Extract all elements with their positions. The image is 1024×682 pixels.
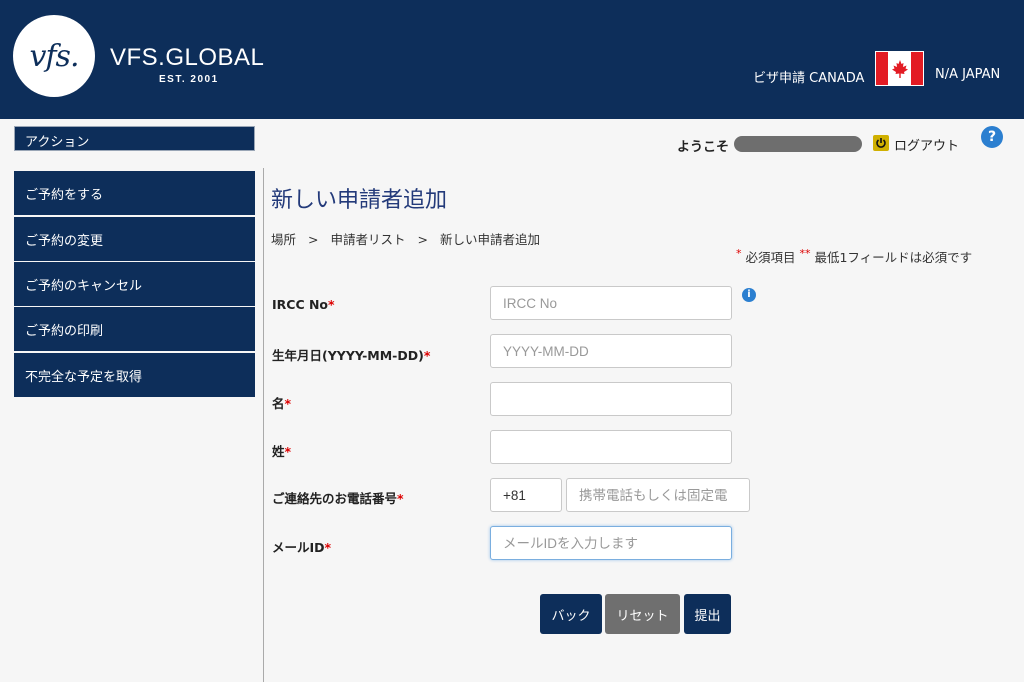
dob-label: 生年月日(YYYY-MM-DD)* <box>272 348 431 363</box>
reset-button[interactable]: リセット <box>605 594 680 634</box>
breadcrumb-separator: > <box>417 232 428 247</box>
brand-name: VFS.GLOBAL <box>110 44 265 71</box>
sidebar-item-incomplete-appointment[interactable]: 不完全な予定を取得 <box>14 353 255 397</box>
power-icon[interactable] <box>873 135 889 151</box>
ircc-input[interactable] <box>490 286 732 320</box>
logout-link[interactable]: ログアウト <box>894 135 959 154</box>
welcome-label: ようこそ <box>677 140 730 155</box>
email-input[interactable] <box>490 526 732 560</box>
last-name-label: 姓* <box>272 444 292 459</box>
logo-text: vfs. <box>29 38 80 74</box>
last-name-input[interactable] <box>490 430 732 464</box>
sidebar-heading: アクション <box>14 126 255 151</box>
back-button[interactable]: バック <box>540 594 602 634</box>
visa-application-label: ビザ申請 CANADA <box>753 71 865 86</box>
first-name-label: 名* <box>272 396 292 411</box>
breadcrumb-applicant-list[interactable]: 申請者リスト <box>330 232 405 247</box>
redacted-username <box>734 136 862 152</box>
sidebar-item-print-appointment[interactable]: ご予約の印刷 <box>14 307 255 351</box>
brand-established: EST. 2001 <box>159 74 219 85</box>
site-header: vfs. VFS.GLOBAL EST. 2001 ビザ申請 CANADA N/… <box>0 0 1024 119</box>
required-fields-note: * 必須項目 ** 最低1フィールドは必須です <box>736 247 973 265</box>
canada-flag-icon <box>875 51 924 86</box>
country-label: N/A JAPAN <box>935 67 1001 82</box>
breadcrumb-location[interactable]: 場所 <box>271 232 296 247</box>
breadcrumb: 場所 > 申請者リスト > 新しい申請者追加 <box>271 229 540 248</box>
first-name-input[interactable] <box>490 382 732 416</box>
sidebar-item-change-appointment[interactable]: ご予約の変更 <box>14 217 255 261</box>
help-icon[interactable]: ? <box>981 126 1003 148</box>
ircc-label: IRCC No* <box>272 297 335 312</box>
sidebar-item-cancel-appointment[interactable]: ご予約のキャンセル <box>14 262 255 306</box>
info-icon[interactable]: i <box>742 288 756 302</box>
breadcrumb-separator: > <box>308 232 319 247</box>
content-divider <box>263 168 264 682</box>
phone-country-code-input[interactable] <box>490 478 562 512</box>
vfs-logo[interactable]: vfs. <box>13 15 95 97</box>
email-label: メールID* <box>272 540 332 555</box>
phone-label: ご連絡先のお電話番号* <box>272 491 404 506</box>
submit-button[interactable]: 提出 <box>684 594 731 634</box>
page-title: 新しい申請者追加 <box>271 188 448 213</box>
phone-number-input[interactable] <box>566 478 750 512</box>
breadcrumb-current: 新しい申請者追加 <box>439 232 540 247</box>
sidebar-item-make-appointment[interactable]: ご予約をする <box>14 171 255 215</box>
dob-input[interactable] <box>490 334 732 368</box>
